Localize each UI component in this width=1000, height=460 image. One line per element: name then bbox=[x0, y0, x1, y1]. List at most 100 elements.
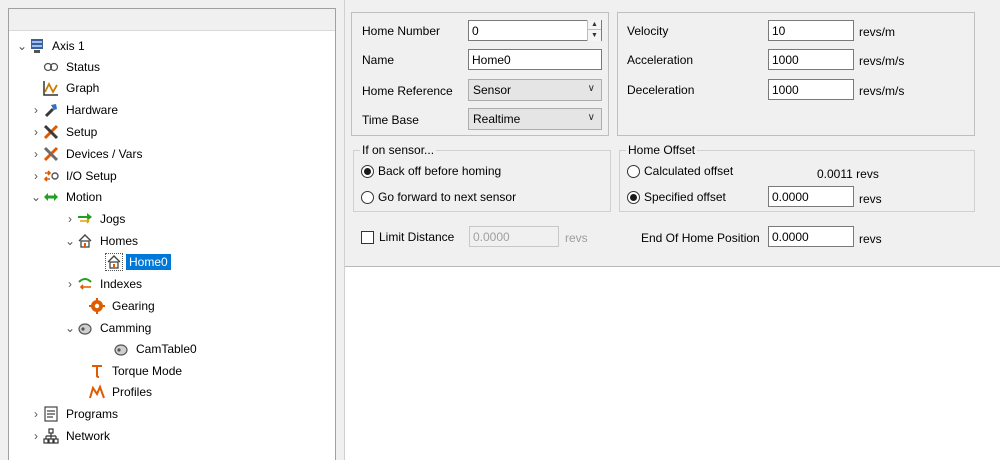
chevron-right-icon[interactable]: › bbox=[63, 274, 77, 293]
deceleration-input[interactable] bbox=[768, 79, 854, 100]
jogs-icon bbox=[77, 211, 93, 227]
velocity-label: Velocity bbox=[627, 24, 669, 38]
camming-icon bbox=[77, 320, 93, 336]
lower-content-panel bbox=[345, 266, 1000, 460]
tree-header bbox=[9, 9, 335, 31]
indexes-icon bbox=[77, 276, 93, 292]
end-home-position-input[interactable] bbox=[768, 226, 854, 247]
chevron-right-icon[interactable]: › bbox=[29, 144, 43, 163]
tree-item-graph[interactable]: Graph bbox=[43, 78, 102, 97]
chevron-down-icon[interactable]: ⌄ bbox=[63, 318, 77, 337]
spin-up-icon[interactable]: ▲ bbox=[588, 20, 601, 30]
profiles-icon bbox=[89, 383, 105, 400]
home-reference-label: Home Reference bbox=[362, 84, 453, 98]
home-number-input[interactable] bbox=[468, 20, 602, 41]
tree-item-devices-vars[interactable]: › Devices / Vars bbox=[29, 144, 145, 163]
specified-offset-input[interactable] bbox=[768, 186, 854, 207]
chevron-down-icon[interactable]: ⌄ bbox=[15, 36, 29, 55]
hardware-icon bbox=[43, 102, 59, 118]
tree-item-label: Network bbox=[66, 428, 111, 443]
acceleration-label: Acceleration bbox=[627, 53, 694, 67]
tree-item-setup[interactable]: › Setup bbox=[29, 122, 100, 141]
tree-item-io-setup[interactable]: › I/O Setup bbox=[29, 166, 120, 185]
status-icon bbox=[43, 59, 59, 75]
torque-icon bbox=[89, 363, 105, 379]
tree-item-label: Homes bbox=[100, 233, 139, 248]
go-forward-radio[interactable]: Go forward to next sensor bbox=[361, 190, 516, 204]
chevron-right-icon[interactable]: › bbox=[29, 426, 43, 445]
end-home-position-label: End Of Home Position bbox=[641, 231, 760, 245]
tree-item-indexes[interactable]: › Indexes bbox=[63, 274, 145, 293]
tree-item-camtable0[interactable]: CamTable0 bbox=[113, 339, 200, 358]
chevron-down-icon[interactable]: ⌄ bbox=[63, 231, 77, 250]
calculated-offset-radio[interactable]: Calculated offset bbox=[627, 164, 733, 178]
tree-item-status[interactable]: Status bbox=[43, 57, 103, 76]
tree-item-gearing[interactable]: Gearing bbox=[89, 296, 158, 315]
tree-item-camming[interactable]: ⌄ Camming bbox=[63, 318, 154, 337]
velocity-unit: revs/m bbox=[859, 25, 895, 39]
home-number-label: Home Number bbox=[362, 24, 441, 38]
tree-item-label: Hardware bbox=[66, 102, 119, 117]
tree-item-network[interactable]: › Network bbox=[29, 426, 113, 445]
project-tree: ⌄ Axis 1 Status Graph › Hardware › Setup bbox=[8, 8, 336, 460]
chevron-right-icon[interactable]: › bbox=[29, 404, 43, 423]
spin-down-icon[interactable]: ▼ bbox=[588, 30, 601, 40]
chevron-right-icon[interactable]: › bbox=[29, 122, 43, 141]
io-setup-icon bbox=[43, 168, 59, 184]
home-reference-value: Sensor bbox=[473, 83, 512, 97]
specified-offset-label: Specified offset bbox=[644, 190, 726, 204]
back-off-label: Back off before homing bbox=[378, 164, 502, 178]
tree-item-profiles[interactable]: Profiles bbox=[89, 382, 155, 401]
velocity-input[interactable] bbox=[768, 20, 854, 41]
tree-item-torque-mode[interactable]: Torque Mode bbox=[89, 361, 185, 380]
chevron-right-icon[interactable]: › bbox=[29, 166, 43, 185]
sensor-group-title: If on sensor... bbox=[360, 143, 437, 157]
chevron-right-icon[interactable]: › bbox=[63, 209, 77, 228]
chevron-right-icon[interactable]: › bbox=[29, 100, 43, 119]
deceleration-unit: revs/m/s bbox=[859, 84, 905, 98]
tree-item-label: Motion bbox=[66, 189, 103, 204]
tree-item-home0[interactable]: Home0 bbox=[105, 252, 171, 271]
home-icon bbox=[77, 233, 93, 249]
chevron-down-icon: ∨ bbox=[587, 112, 595, 123]
tree-item-label: Programs bbox=[66, 406, 119, 421]
home-number-spinner[interactable]: ▲ ▼ bbox=[587, 20, 601, 41]
cam-table-icon bbox=[113, 341, 129, 357]
tree-item-motion[interactable]: ⌄ Motion bbox=[29, 187, 105, 206]
chevron-down-icon: ∨ bbox=[587, 83, 595, 94]
acceleration-unit: revs/m/s bbox=[859, 54, 905, 68]
name-input[interactable] bbox=[468, 49, 602, 70]
back-off-radio[interactable]: Back off before homing bbox=[361, 164, 501, 178]
tree-item-axis-1[interactable]: ⌄ Axis 1 bbox=[15, 36, 88, 55]
chevron-down-icon[interactable]: ⌄ bbox=[29, 187, 43, 206]
home-icon bbox=[105, 252, 123, 271]
time-base-select[interactable]: Realtime ∨ bbox=[468, 108, 602, 130]
name-label: Name bbox=[362, 53, 395, 67]
axis-icon bbox=[29, 38, 45, 54]
end-home-position-unit: revs bbox=[859, 232, 882, 246]
home-reference-select[interactable]: Sensor ∨ bbox=[468, 79, 602, 101]
radio-selected-icon bbox=[361, 164, 374, 178]
acceleration-input[interactable] bbox=[768, 49, 854, 70]
radio-selected-icon bbox=[627, 190, 640, 204]
tree-item-programs[interactable]: › Programs bbox=[29, 404, 121, 423]
tree-item-label: CamTable0 bbox=[136, 341, 197, 356]
specified-offset-radio[interactable]: Specified offset bbox=[627, 190, 726, 204]
limit-distance-checkbox[interactable]: Limit Distance bbox=[361, 230, 454, 244]
tree-item-hardware[interactable]: › Hardware bbox=[29, 100, 121, 119]
devices-icon bbox=[43, 146, 59, 162]
tree-item-jogs[interactable]: › Jogs bbox=[63, 209, 128, 228]
time-base-label: Time Base bbox=[362, 113, 419, 127]
tree-item-label: Jogs bbox=[100, 211, 126, 226]
tree-item-label: Devices / Vars bbox=[66, 146, 143, 161]
home-offset-group-title: Home Offset bbox=[626, 143, 698, 157]
radio-unselected-icon bbox=[361, 190, 374, 204]
tree-item-homes[interactable]: ⌄ Homes bbox=[63, 231, 141, 250]
tree-item-label: I/O Setup bbox=[66, 168, 117, 183]
setup-icon bbox=[43, 124, 59, 140]
time-base-value: Realtime bbox=[473, 112, 521, 126]
motion-icon bbox=[43, 189, 59, 205]
limit-distance-input[interactable] bbox=[469, 226, 559, 247]
calculated-offset-value: 0.0011 revs bbox=[817, 167, 879, 181]
checkbox-unchecked-icon bbox=[361, 230, 374, 244]
